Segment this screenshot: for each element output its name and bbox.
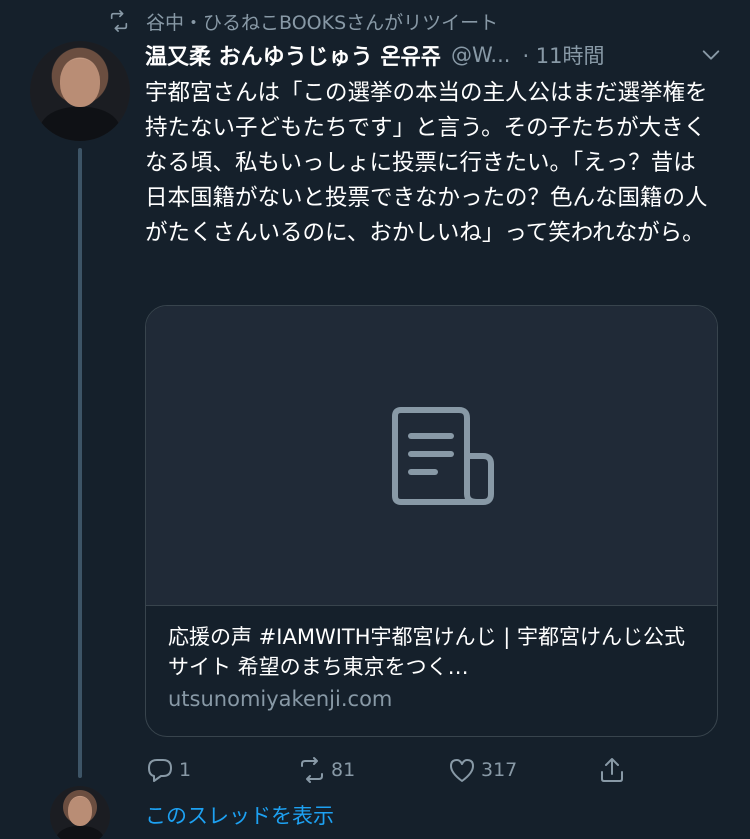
reply-button[interactable]: 1 [145,755,191,785]
thread-avatar[interactable] [50,786,110,839]
tweet-time[interactable]: · 11時間 [522,40,604,70]
tweet-text: 宇都宮さんは「この選挙の本当の主人公はまだ選挙権を持たない子どもたちです」と言う… [145,80,708,246]
card-image-placeholder [146,306,717,606]
document-icon [391,406,494,505]
reply-count: 1 [179,759,192,781]
like-button[interactable]: 317 [447,755,517,785]
tweet-timeline: 谷中・ひるねこBOOKSさんがリツイート 温又柔 おんゆうじゅう 온유쥬 @W.… [0,0,750,839]
reply-icon [148,759,172,782]
retweet-icon [301,757,323,783]
card-body: 応援の声 #IAMWITH宇都宮けんじ | 宇都宮けんじ公式サイト 希望のまち東… [168,622,697,714]
link-card[interactable]: 応援の声 #IAMWITH宇都宮けんじ | 宇都宮けんじ公式サイト 希望のまち東… [145,305,718,737]
retweet-banner[interactable]: 谷中・ひるねこBOOKSさんがリツイート [108,6,498,36]
card-title: 応援の声 #IAMWITH宇都宮けんじ | 宇都宮けんじ公式サイト 希望のまち東… [168,625,685,679]
card-url: utsunomiyakenji.com [168,687,393,711]
avatar[interactable] [30,41,130,141]
share-button[interactable] [597,755,631,785]
like-count: 317 [481,759,518,781]
retweet-count: 81 [331,759,356,781]
retweet-banner-text: 谷中・ひるねこBOOKSさんがリツイート [146,11,499,34]
show-thread-link[interactable]: このスレッドを表示 [145,800,334,830]
author-handle[interactable]: @W... [451,43,510,67]
tweet-actions: 1 81 317 [145,752,645,788]
retweet-button[interactable]: 81 [297,755,355,785]
heart-icon [450,759,474,782]
author-name[interactable]: 温又柔 おんゆうじゅう 온유쥬 [145,39,441,71]
share-icon [601,758,623,782]
thread-connector-line [78,148,82,778]
tweet-header: 温又柔 おんゆうじゅう 온유쥬 @W... · 11時間 [145,38,722,72]
retweet-icon [110,10,128,32]
chevron-down-icon[interactable] [700,44,722,66]
